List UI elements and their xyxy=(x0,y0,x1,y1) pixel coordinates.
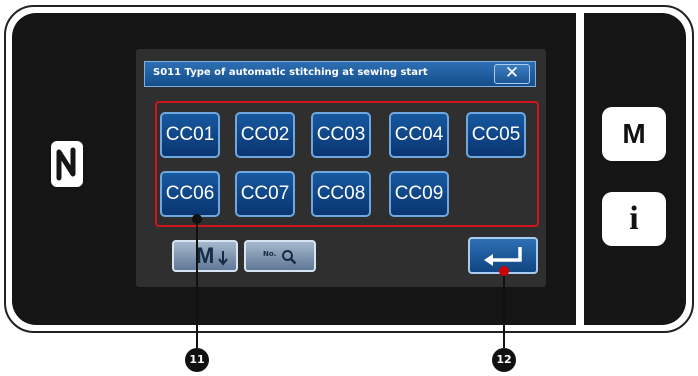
option-button-cc09[interactable]: CC09 xyxy=(389,171,449,217)
bezel-divider xyxy=(576,13,584,325)
enter-arrow-icon xyxy=(484,247,522,266)
callout-12-anchor xyxy=(499,266,509,276)
callout-12-badge: 12 xyxy=(492,348,516,372)
menu-button[interactable]: M xyxy=(602,107,666,161)
callout-12-leader xyxy=(503,270,505,348)
option-button-cc02[interactable]: CC02 xyxy=(235,112,295,158)
number-search-button[interactable]: No. xyxy=(244,240,316,272)
option-button-cc06[interactable]: CC06 xyxy=(160,171,220,217)
m-label: M xyxy=(196,243,215,268)
option-button-cc08[interactable]: CC08 xyxy=(311,171,371,217)
down-arrow-icon xyxy=(218,251,228,266)
close-button[interactable]: ✕ xyxy=(494,64,530,84)
callout-11-leader xyxy=(196,218,198,348)
info-button[interactable]: i xyxy=(602,192,666,246)
no-label: No. xyxy=(263,250,277,258)
option-button-cc05[interactable]: CC05 xyxy=(466,112,526,158)
option-button-cc03[interactable]: CC03 xyxy=(311,112,371,158)
memory-switch-button[interactable]: M xyxy=(172,240,238,272)
nfc-icon xyxy=(51,141,83,187)
dialog-titlebar: S011 Type of automatic stitching at sewi… xyxy=(144,61,536,87)
callout-11-anchor xyxy=(192,214,202,224)
device-bezel: S011 Type of automatic stitching at sewi… xyxy=(4,5,694,333)
callout-11-badge: 11 xyxy=(185,348,209,372)
option-button-cc01[interactable]: CC01 xyxy=(160,112,220,158)
option-button-cc07[interactable]: CC07 xyxy=(235,171,295,217)
magnifier-icon xyxy=(282,250,297,265)
option-button-cc04[interactable]: CC04 xyxy=(389,112,449,158)
dialog-title: S011 Type of automatic stitching at sewi… xyxy=(153,67,428,78)
